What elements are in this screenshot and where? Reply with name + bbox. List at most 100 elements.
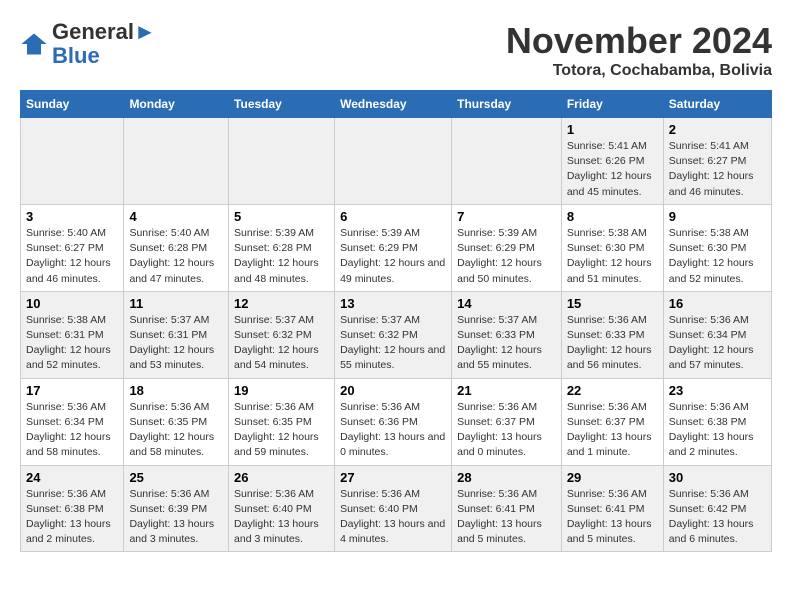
- calendar-header: SundayMondayTuesdayWednesdayThursdayFrid…: [21, 91, 772, 118]
- day-info: Sunrise: 5:36 AM Sunset: 6:41 PM Dayligh…: [567, 487, 658, 548]
- calendar-cell: 15 Sunrise: 5:36 AM Sunset: 6:33 PM Dayli…: [561, 291, 663, 378]
- day-info: Sunrise: 5:36 AM Sunset: 6:37 PM Dayligh…: [567, 400, 658, 461]
- day-info: Sunrise: 5:37 AM Sunset: 6:32 PM Dayligh…: [234, 313, 329, 374]
- calendar-cell: 8 Sunrise: 5:38 AM Sunset: 6:30 PM Daylig…: [561, 204, 663, 291]
- calendar-cell: [21, 118, 124, 205]
- day-number: 6: [340, 209, 446, 224]
- calendar-cell: 11 Sunrise: 5:37 AM Sunset: 6:31 PM Dayli…: [124, 291, 229, 378]
- day-number: 17: [26, 383, 118, 398]
- day-info: Sunrise: 5:36 AM Sunset: 6:39 PM Dayligh…: [129, 487, 223, 548]
- calendar-week-row: 1 Sunrise: 5:41 AM Sunset: 6:26 PM Daylig…: [21, 118, 772, 205]
- day-number: 26: [234, 470, 329, 485]
- calendar-week-row: 17 Sunrise: 5:36 AM Sunset: 6:34 PM Dayli…: [21, 378, 772, 465]
- calendar-week-row: 10 Sunrise: 5:38 AM Sunset: 6:31 PM Dayli…: [21, 291, 772, 378]
- calendar-cell: 27 Sunrise: 5:36 AM Sunset: 6:40 PM Dayli…: [335, 465, 452, 552]
- calendar-cell: 12 Sunrise: 5:37 AM Sunset: 6:32 PM Dayli…: [229, 291, 335, 378]
- day-info: Sunrise: 5:36 AM Sunset: 6:34 PM Dayligh…: [26, 400, 118, 461]
- day-number: 16: [669, 296, 766, 311]
- day-info: Sunrise: 5:40 AM Sunset: 6:28 PM Dayligh…: [129, 226, 223, 287]
- day-info: Sunrise: 5:41 AM Sunset: 6:27 PM Dayligh…: [669, 139, 766, 200]
- day-number: 25: [129, 470, 223, 485]
- calendar-week-row: 3Sunrise: 5:40 AM Sunset: 6:27 PM Daylig…: [21, 204, 772, 291]
- calendar-cell: 10 Sunrise: 5:38 AM Sunset: 6:31 PM Dayli…: [21, 291, 124, 378]
- calendar-cell: 14 Sunrise: 5:37 AM Sunset: 6:33 PM Dayli…: [452, 291, 562, 378]
- day-number: 30: [669, 470, 766, 485]
- day-number: 24: [26, 470, 118, 485]
- title-block: November 2024 Totora, Cochabamba, Bolivi…: [506, 20, 772, 80]
- day-number: 12: [234, 296, 329, 311]
- day-number: 2: [669, 122, 766, 137]
- month-title: November 2024: [506, 20, 772, 62]
- calendar-cell: 23Sunrise: 5:36 AM Sunset: 6:38 PM Dayli…: [663, 378, 771, 465]
- day-number: 9: [669, 209, 766, 224]
- calendar-cell: [124, 118, 229, 205]
- calendar-cell: 13Sunrise: 5:37 AM Sunset: 6:32 PM Dayli…: [335, 291, 452, 378]
- day-number: 4: [129, 209, 223, 224]
- calendar-cell: 17 Sunrise: 5:36 AM Sunset: 6:34 PM Dayli…: [21, 378, 124, 465]
- day-info: Sunrise: 5:36 AM Sunset: 6:42 PM Dayligh…: [669, 487, 766, 548]
- day-info: Sunrise: 5:36 AM Sunset: 6:41 PM Dayligh…: [457, 487, 556, 548]
- calendar-cell: 5 Sunrise: 5:39 AM Sunset: 6:28 PM Daylig…: [229, 204, 335, 291]
- calendar-cell: 18Sunrise: 5:36 AM Sunset: 6:35 PM Dayli…: [124, 378, 229, 465]
- day-info: Sunrise: 5:40 AM Sunset: 6:27 PM Dayligh…: [26, 226, 118, 287]
- day-number: 19: [234, 383, 329, 398]
- calendar-cell: 30 Sunrise: 5:36 AM Sunset: 6:42 PM Dayli…: [663, 465, 771, 552]
- day-number: 5: [234, 209, 329, 224]
- day-info: Sunrise: 5:37 AM Sunset: 6:33 PM Dayligh…: [457, 313, 556, 374]
- day-info: Sunrise: 5:41 AM Sunset: 6:26 PM Dayligh…: [567, 139, 658, 200]
- day-info: Sunrise: 5:36 AM Sunset: 6:40 PM Dayligh…: [234, 487, 329, 548]
- calendar-cell: [335, 118, 452, 205]
- calendar-cell: 28 Sunrise: 5:36 AM Sunset: 6:41 PM Dayli…: [452, 465, 562, 552]
- calendar-week-row: 24 Sunrise: 5:36 AM Sunset: 6:38 PM Dayli…: [21, 465, 772, 552]
- weekday-header: Friday: [561, 91, 663, 118]
- day-info: Sunrise: 5:39 AM Sunset: 6:28 PM Dayligh…: [234, 226, 329, 287]
- page-header: General► Blue November 2024 Totora, Coch…: [20, 20, 772, 80]
- calendar-body: 1 Sunrise: 5:41 AM Sunset: 6:26 PM Daylig…: [21, 118, 772, 552]
- calendar-cell: 21Sunrise: 5:36 AM Sunset: 6:37 PM Dayli…: [452, 378, 562, 465]
- weekday-header: Wednesday: [335, 91, 452, 118]
- weekday-header: Sunday: [21, 91, 124, 118]
- day-number: 15: [567, 296, 658, 311]
- day-info: Sunrise: 5:36 AM Sunset: 6:40 PM Dayligh…: [340, 487, 446, 548]
- day-number: 10: [26, 296, 118, 311]
- day-info: Sunrise: 5:38 AM Sunset: 6:30 PM Dayligh…: [669, 226, 766, 287]
- calendar-cell: 29 Sunrise: 5:36 AM Sunset: 6:41 PM Dayli…: [561, 465, 663, 552]
- weekday-header: Monday: [124, 91, 229, 118]
- calendar-cell: 6 Sunrise: 5:39 AM Sunset: 6:29 PM Daylig…: [335, 204, 452, 291]
- calendar-cell: 26 Sunrise: 5:36 AM Sunset: 6:40 PM Dayli…: [229, 465, 335, 552]
- logo: General► Blue: [20, 20, 156, 68]
- calendar-cell: 1 Sunrise: 5:41 AM Sunset: 6:26 PM Daylig…: [561, 118, 663, 205]
- day-number: 14: [457, 296, 556, 311]
- calendar-cell: 20 Sunrise: 5:36 AM Sunset: 6:36 PM Dayli…: [335, 378, 452, 465]
- day-number: 11: [129, 296, 223, 311]
- calendar-cell: 22 Sunrise: 5:36 AM Sunset: 6:37 PM Dayli…: [561, 378, 663, 465]
- calendar-cell: 4 Sunrise: 5:40 AM Sunset: 6:28 PM Daylig…: [124, 204, 229, 291]
- day-info: Sunrise: 5:36 AM Sunset: 6:34 PM Dayligh…: [669, 313, 766, 374]
- day-info: Sunrise: 5:38 AM Sunset: 6:31 PM Dayligh…: [26, 313, 118, 374]
- day-number: 18: [129, 383, 223, 398]
- day-number: 22: [567, 383, 658, 398]
- day-number: 8: [567, 209, 658, 224]
- day-number: 28: [457, 470, 556, 485]
- calendar-cell: [452, 118, 562, 205]
- day-number: 29: [567, 470, 658, 485]
- day-number: 13: [340, 296, 446, 311]
- day-info: Sunrise: 5:38 AM Sunset: 6:30 PM Dayligh…: [567, 226, 658, 287]
- calendar-table: SundayMondayTuesdayWednesdayThursdayFrid…: [20, 90, 772, 552]
- logo-icon: [20, 30, 48, 58]
- day-info: Sunrise: 5:39 AM Sunset: 6:29 PM Dayligh…: [340, 226, 446, 287]
- day-info: Sunrise: 5:39 AM Sunset: 6:29 PM Dayligh…: [457, 226, 556, 287]
- day-info: Sunrise: 5:36 AM Sunset: 6:38 PM Dayligh…: [26, 487, 118, 548]
- calendar-cell: 9 Sunrise: 5:38 AM Sunset: 6:30 PM Daylig…: [663, 204, 771, 291]
- day-info: Sunrise: 5:37 AM Sunset: 6:31 PM Dayligh…: [129, 313, 223, 374]
- calendar-cell: 7 Sunrise: 5:39 AM Sunset: 6:29 PM Daylig…: [452, 204, 562, 291]
- day-number: 23: [669, 383, 766, 398]
- day-info: Sunrise: 5:36 AM Sunset: 6:37 PM Dayligh…: [457, 400, 556, 461]
- day-number: 20: [340, 383, 446, 398]
- day-info: Sunrise: 5:36 AM Sunset: 6:36 PM Dayligh…: [340, 400, 446, 461]
- calendar-cell: 24 Sunrise: 5:36 AM Sunset: 6:38 PM Dayli…: [21, 465, 124, 552]
- day-number: 1: [567, 122, 658, 137]
- day-number: 7: [457, 209, 556, 224]
- day-number: 27: [340, 470, 446, 485]
- day-info: Sunrise: 5:36 AM Sunset: 6:33 PM Dayligh…: [567, 313, 658, 374]
